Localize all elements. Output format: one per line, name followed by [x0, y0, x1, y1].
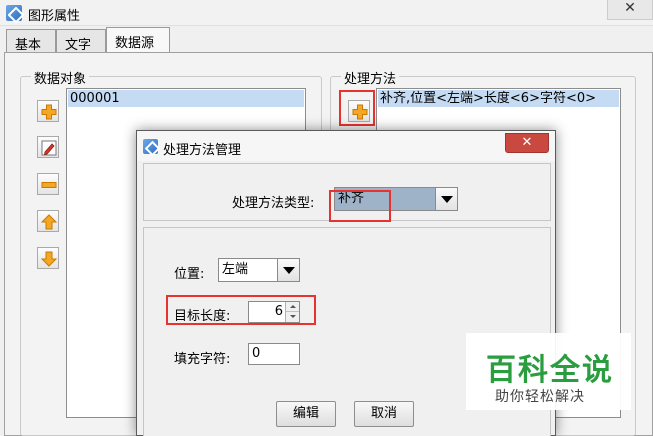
- position-value: 左端: [222, 262, 249, 277]
- highlight-target-length: [166, 295, 316, 325]
- move-down-button[interactable]: [37, 247, 59, 269]
- window-titlebar: 图形属性 ✕: [0, 0, 653, 26]
- dialog-app-icon: [143, 139, 158, 154]
- tab-basic[interactable]: 基本: [6, 29, 56, 53]
- chevron-down-icon[interactable]: [277, 259, 299, 281]
- edit-data-object-button[interactable]: [37, 136, 59, 158]
- fill-char-input[interactable]: 0: [248, 343, 300, 365]
- processing-methods-title: 处理方法: [341, 68, 400, 87]
- edit-button[interactable]: 编辑: [276, 401, 336, 427]
- window-title: 图形属性: [28, 9, 81, 24]
- window-close-button[interactable]: ✕: [607, 0, 653, 20]
- highlight-method-type: [329, 190, 391, 222]
- move-up-icon: [40, 214, 58, 230]
- chevron-down-icon[interactable]: [435, 188, 457, 210]
- add-icon: [41, 104, 57, 120]
- tab-text[interactable]: 文字: [56, 29, 106, 53]
- highlight-add-method: [339, 90, 375, 126]
- dialog-close-button[interactable]: ✕: [505, 133, 549, 153]
- data-objects-title: 数据对象: [31, 68, 90, 87]
- dialog-title: 处理方法管理: [163, 143, 242, 158]
- move-up-button[interactable]: [37, 210, 59, 232]
- dialog-titlebar: 处理方法管理 ✕: [137, 131, 555, 161]
- tab-data-source[interactable]: 数据源: [106, 27, 170, 54]
- position-label: 位置:: [174, 267, 205, 282]
- position-select[interactable]: 左端: [218, 258, 300, 282]
- list-item[interactable]: 000001: [68, 90, 304, 107]
- method-type-label: 处理方法类型:: [232, 196, 315, 211]
- app-icon: [6, 5, 22, 21]
- remove-icon: [41, 182, 57, 188]
- watermark-subtitle: 助你轻松解决: [495, 389, 585, 405]
- watermark-logo: 百科全说 助你轻松解决: [466, 333, 631, 410]
- add-data-object-button[interactable]: [37, 100, 59, 122]
- edit-icon: [41, 140, 57, 156]
- fill-char-label: 填充字符:: [174, 352, 231, 367]
- move-down-icon: [40, 251, 58, 267]
- cancel-button[interactable]: 取消: [354, 401, 414, 427]
- watermark-title: 百科全说: [486, 353, 614, 388]
- list-item[interactable]: 补齐,位置<左端>长度<6>字符<0>: [378, 90, 619, 107]
- remove-data-object-button[interactable]: [37, 173, 59, 195]
